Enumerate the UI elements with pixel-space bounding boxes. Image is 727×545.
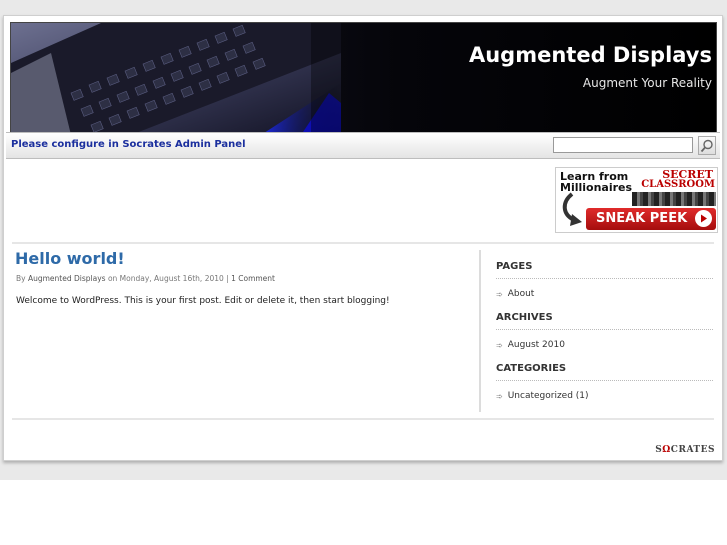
socrates-logo[interactable]: SΩCRATES — [655, 445, 715, 455]
arrow-bullet-icon: ➾ — [496, 391, 503, 401]
sidebar-heading-archives: ARCHIVES — [496, 312, 713, 330]
magnifier-icon — [700, 139, 713, 152]
sneak-peek-label: SNEAK PEEK — [596, 211, 688, 226]
header-banner: Augmented Displays Augment Your Reality — [10, 22, 717, 134]
content-bottom-divider — [12, 418, 714, 420]
sidebar-item-label: Uncategorized (1) — [507, 391, 589, 401]
search-input[interactable] — [553, 137, 693, 153]
ad-classroom-text: CLASSROOM — [641, 179, 715, 190]
meta-separator: | — [226, 274, 229, 283]
page-container: Augmented Displays Augment Your Reality … — [3, 15, 723, 461]
post-body: Welcome to WordPress. This is your first… — [16, 296, 390, 306]
sidebar-item-label: August 2010 — [507, 340, 565, 350]
content-top-divider — [12, 242, 714, 244]
meta-by: By — [16, 274, 26, 283]
curved-arrow-icon — [562, 192, 582, 226]
keyboard-image — [11, 23, 341, 133]
sidebar-divider — [479, 250, 481, 412]
sneak-peek-button[interactable]: SNEAK PEEK — [586, 208, 716, 230]
arrow-bullet-icon: ➾ — [496, 289, 503, 299]
search-button[interactable] — [698, 136, 716, 155]
sidebar-heading-pages: PAGES — [496, 261, 713, 279]
comments-link[interactable]: 1 Comment — [231, 274, 275, 283]
site-tagline: Augment Your Reality — [582, 76, 712, 90]
post-meta: By Augmented Displays on Monday, August … — [16, 274, 275, 283]
sidebar-item-uncategorized[interactable]: ➾ Uncategorized (1) — [496, 391, 589, 401]
logo-omega: Ω — [662, 445, 671, 455]
sidebar-item-about[interactable]: ➾ About — [496, 289, 534, 299]
post-author-link[interactable]: Augmented Displays — [28, 274, 106, 283]
play-icon — [695, 210, 712, 227]
nav-config-message[interactable]: Please configure in Socrates Admin Panel — [11, 139, 246, 150]
sidebar-item-august-2010[interactable]: ➾ August 2010 — [496, 340, 565, 350]
arrow-bullet-icon: ➾ — [496, 340, 503, 350]
meta-date: on Monday, August 16th, 2010 — [107, 274, 224, 283]
navigation-bar: Please configure in Socrates Admin Panel — [6, 132, 720, 159]
sneak-peek-ad-banner[interactable]: Learn from Millionaires SECRET CLASSROOM… — [555, 167, 718, 233]
site-title[interactable]: Augmented Displays — [469, 43, 712, 67]
post-title[interactable]: Hello world! — [15, 249, 125, 268]
logo-suffix: CRATES — [670, 445, 715, 455]
ad-crowd-image — [632, 192, 716, 206]
sidebar-heading-categories: CATEGORIES — [496, 363, 713, 381]
sidebar-item-label: About — [507, 289, 535, 299]
